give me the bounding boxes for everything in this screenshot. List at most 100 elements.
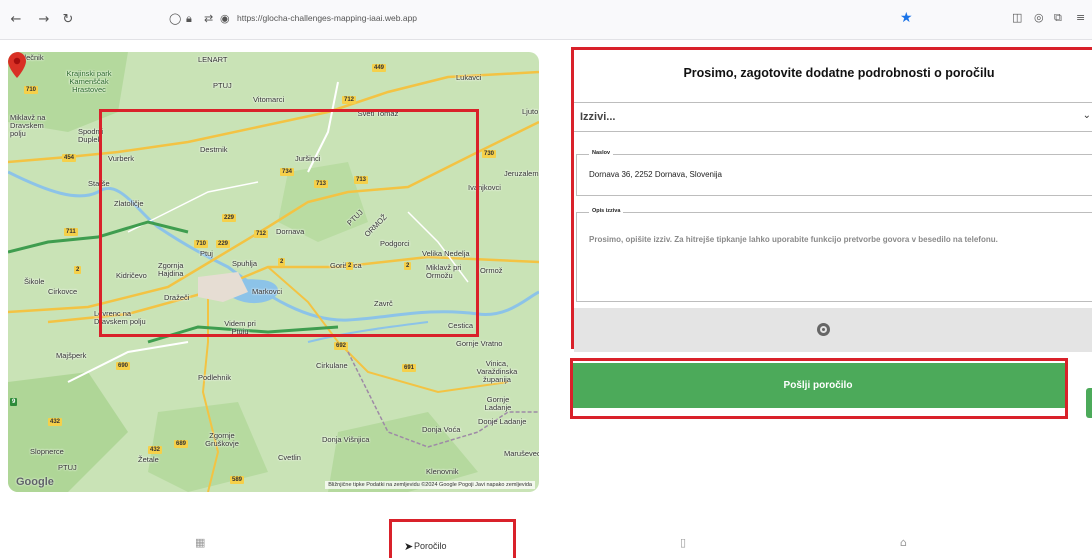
- shield-icon[interactable]: ◯: [169, 12, 181, 25]
- map-label: Miklavž na Dravskem polju: [10, 113, 46, 138]
- address-field[interactable]: Naslov Dornava 36, 2252 Dornava, Sloveni…: [576, 150, 1092, 196]
- map-label: Jeruzalem: [504, 169, 539, 178]
- map-view[interactable]: Malečnik LENART Krajinski park Kamenščak…: [8, 52, 539, 492]
- map-icon[interactable]: ▯: [680, 536, 686, 549]
- map-label: Podgorci: [380, 239, 410, 248]
- road-number: 712: [254, 230, 269, 238]
- road-number: 2: [346, 262, 354, 270]
- map-label: Starše: [88, 179, 110, 188]
- map-label: Zgornja Hajdina: [158, 261, 184, 278]
- road-number: 710: [194, 240, 209, 248]
- map-label: Krajinski park Kamenščak Hrastovec: [66, 69, 112, 94]
- map-label: Vinica, Varaždinska županija: [476, 359, 518, 384]
- map-label: Velika Nedelja: [422, 249, 470, 258]
- road-number: 710: [24, 86, 39, 94]
- location-pin-icon[interactable]: [8, 52, 26, 78]
- map-label: Spodnji Duplek: [78, 127, 104, 144]
- extensions-icon[interactable]: ⧉: [1054, 11, 1062, 25]
- challenge-select-value: Izzivi...: [580, 111, 616, 123]
- map-label: Žetale: [138, 455, 159, 464]
- map-label: Miklavž pri Ormožu: [426, 263, 462, 280]
- road-number: 454: [62, 154, 77, 162]
- map-label: Cvetlin: [278, 453, 301, 462]
- map-label: Destrnik: [200, 145, 228, 154]
- road-number: 692: [334, 342, 349, 350]
- map-label: Donje Ladanje: [478, 417, 527, 426]
- map-label: PTUJ: [213, 81, 232, 90]
- reload-icon[interactable]: ↻: [60, 12, 76, 28]
- road-number: 711: [64, 228, 78, 236]
- address-bar[interactable]: ◯ 🔒︎ ⇄ ◉ https://glocha-challenges-mappi…: [160, 8, 920, 32]
- url-text[interactable]: https://glocha-challenges-mapping-iaai.w…: [237, 13, 417, 23]
- dashboard-icon[interactable]: ▦: [195, 536, 205, 549]
- map-label: Sveti Tomaž: [357, 109, 399, 118]
- map-label: Cirkulane: [316, 361, 348, 370]
- description-legend: Opis izziva: [589, 208, 624, 214]
- map-label: Vurberk: [108, 154, 134, 163]
- road-number: 712: [342, 96, 357, 104]
- map-label: Majšperk: [56, 351, 87, 360]
- browser-toolbar: ← → ↻ ◯ 🔒︎ ⇄ ◉ https://glocha-challenges…: [0, 0, 1092, 40]
- road-number: 690: [116, 362, 131, 370]
- road-number: 730: [482, 150, 497, 158]
- map-label: Cestica: [448, 321, 474, 330]
- map-label: Maruševec: [504, 449, 539, 458]
- bottom-navigation: ▦ ▯ ⌂: [0, 528, 1092, 558]
- info-icon[interactable]: ◉: [220, 12, 230, 25]
- map-label: Juršinci: [295, 154, 321, 163]
- form-title: Prosimo, zagotovite dodatne podrobnosti …: [683, 66, 995, 80]
- road-number: 432: [148, 446, 163, 454]
- google-logo: Google: [16, 476, 54, 488]
- menu-icon[interactable]: ≡: [1076, 11, 1085, 24]
- road-number: 691: [402, 364, 417, 372]
- forward-icon[interactable]: →: [36, 12, 52, 28]
- road-number: 2: [74, 266, 82, 274]
- map-label: Ptuj: [200, 249, 213, 258]
- map-label: Kidričevo: [116, 271, 147, 280]
- road-number: 2: [278, 258, 286, 266]
- challenge-select[interactable]: Izzivi... ⌄: [574, 102, 1092, 132]
- map-label: PTUJ: [58, 463, 77, 472]
- nav-report-highlight: [389, 519, 516, 558]
- road-number: 432: [48, 418, 63, 426]
- address-value[interactable]: Dornava 36, 2252 Dornava, Slovenija: [589, 170, 722, 179]
- map-label: Klenovnik: [426, 467, 459, 476]
- back-icon[interactable]: ←: [8, 12, 24, 28]
- description-field[interactable]: Opis izziva Prosimo, opišite izziv. Za h…: [576, 208, 1092, 302]
- map-label: Podlehnik: [198, 373, 231, 382]
- map-label: Cirkovce: [48, 287, 78, 296]
- map-label: Donja Voća: [422, 425, 461, 434]
- road-number: 449: [372, 64, 387, 72]
- home-icon[interactable]: ⌂: [900, 536, 907, 549]
- map-label: Videm pri Ptuju: [224, 319, 256, 336]
- road-number: 229: [222, 214, 237, 222]
- address-legend: Naslov: [589, 150, 614, 156]
- lock-icon[interactable]: 🔒︎: [186, 12, 192, 26]
- camera-icon: [817, 323, 830, 336]
- map-label: LENART: [198, 55, 228, 64]
- map-label: Zlatoličje: [114, 199, 144, 208]
- pocket-icon[interactable]: ◫: [1012, 11, 1022, 24]
- road-number: 713: [354, 176, 369, 184]
- map-label: Donja Višnjica: [322, 435, 370, 444]
- road-number: 229: [216, 240, 231, 248]
- road-number: 734: [280, 168, 295, 176]
- photo-upload-button[interactable]: [574, 308, 1092, 352]
- map-label: Dražeči: [164, 293, 190, 302]
- bookmark-star-icon[interactable]: ★: [900, 10, 913, 26]
- account-icon[interactable]: ◎: [1034, 11, 1044, 24]
- report-form: Prosimo, zagotovite dodatne podrobnosti …: [571, 47, 1092, 352]
- map-label: Slopnerce: [30, 447, 64, 456]
- side-tab[interactable]: [1086, 388, 1092, 418]
- map-label: Ormož: [480, 266, 503, 275]
- description-placeholder[interactable]: Prosimo, opišite izziv. Za hitrejše tipk…: [589, 232, 1069, 247]
- permissions-icon[interactable]: ⇄: [204, 12, 213, 25]
- road-number: 2: [404, 262, 412, 270]
- map-label: Gornje Ladanje: [484, 395, 512, 412]
- map-label: Markovci: [252, 287, 283, 296]
- road-number: 713: [314, 180, 329, 188]
- map-label: Dornava: [276, 227, 305, 236]
- road-number: 689: [174, 440, 189, 448]
- map-label: Ljuto: [522, 107, 539, 116]
- map-attribution[interactable]: Bližnjične tipke Podatki na zemljevidu ©…: [325, 481, 535, 489]
